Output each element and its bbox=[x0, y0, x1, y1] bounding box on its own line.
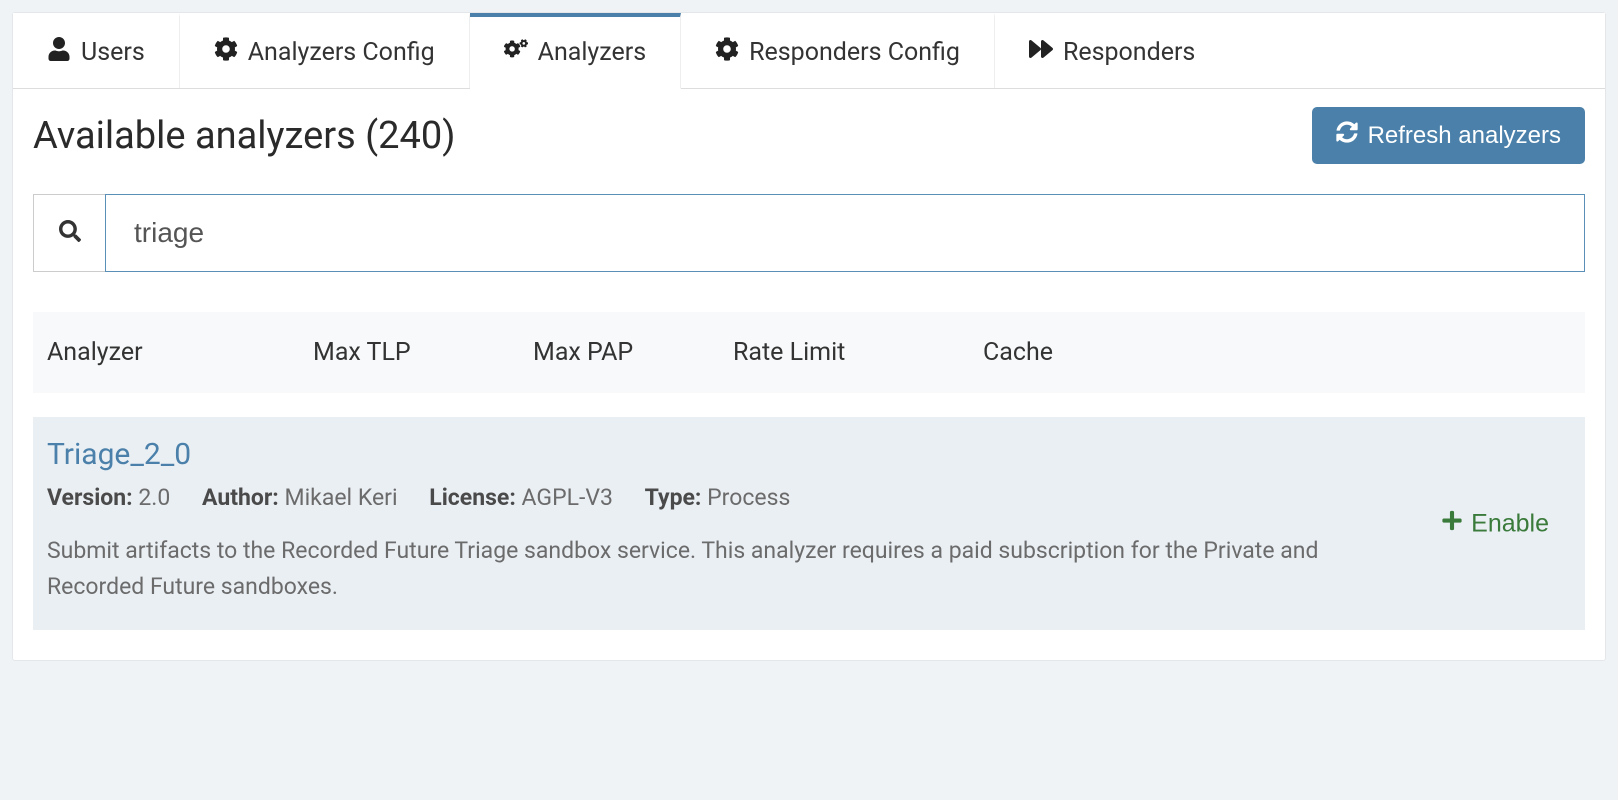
refresh-analyzers-button[interactable]: Refresh analyzers bbox=[1312, 107, 1585, 164]
enable-button[interactable]: Enable bbox=[1441, 509, 1549, 538]
header-row: Available analyzers (240) Refresh analyz… bbox=[33, 107, 1585, 164]
analyzer-name-link[interactable]: Triage_2_0 bbox=[47, 437, 191, 472]
gear-icon bbox=[214, 37, 238, 68]
refresh-icon bbox=[1336, 121, 1358, 150]
search-icon-box bbox=[33, 194, 105, 272]
analyzer-row: Triage_2_0 Version: 2.0 Author: Mikael K… bbox=[33, 417, 1585, 630]
user-icon bbox=[47, 37, 71, 68]
column-max-tlp: Max TLP bbox=[313, 338, 533, 367]
column-rate-limit: Rate Limit bbox=[733, 338, 983, 367]
tab-label: Analyzers Config bbox=[248, 38, 435, 67]
column-analyzer: Analyzer bbox=[33, 338, 313, 367]
tab-label: Analyzers bbox=[538, 38, 646, 67]
license-value: AGPL-V3 bbox=[522, 484, 613, 511]
search-row bbox=[33, 194, 1585, 272]
gears-icon bbox=[504, 37, 528, 68]
tab-users[interactable]: Users bbox=[13, 13, 180, 88]
tab-label: Responders bbox=[1063, 38, 1195, 67]
type-value: Process bbox=[707, 484, 790, 511]
main-panel: Users Analyzers Config Analyzers Respond… bbox=[12, 12, 1606, 661]
page-title: Available analyzers (240) bbox=[33, 114, 455, 158]
refresh-label: Refresh analyzers bbox=[1368, 122, 1561, 150]
version-value: 2.0 bbox=[138, 484, 170, 511]
search-input[interactable] bbox=[105, 194, 1585, 272]
tab-analyzers-config[interactable]: Analyzers Config bbox=[180, 13, 470, 88]
tab-responders[interactable]: Responders bbox=[995, 13, 1229, 88]
column-max-pap: Max PAP bbox=[533, 338, 733, 367]
analyzer-description: Submit artifacts to the Recorded Future … bbox=[47, 533, 1327, 604]
license-label: License: bbox=[429, 484, 516, 511]
type-label: Type: bbox=[645, 484, 702, 511]
content-area: Available analyzers (240) Refresh analyz… bbox=[13, 89, 1605, 660]
tabs-nav: Users Analyzers Config Analyzers Respond… bbox=[13, 13, 1605, 89]
plus-icon bbox=[1441, 509, 1463, 538]
version-label: Version: bbox=[47, 484, 133, 511]
tab-label: Users bbox=[81, 38, 145, 67]
columns-header: Analyzer Max TLP Max PAP Rate Limit Cach… bbox=[33, 312, 1585, 393]
enable-label: Enable bbox=[1471, 509, 1549, 538]
author-label: Author: bbox=[202, 484, 279, 511]
forward-icon bbox=[1029, 37, 1053, 68]
gear-icon bbox=[715, 37, 739, 68]
tab-analyzers[interactable]: Analyzers bbox=[470, 13, 681, 89]
tab-label: Responders Config bbox=[749, 38, 960, 67]
search-icon bbox=[59, 220, 81, 246]
analyzer-meta: Version: 2.0 Author: Mikael Keri License… bbox=[47, 484, 1571, 511]
tab-responders-config[interactable]: Responders Config bbox=[681, 13, 995, 88]
column-cache: Cache bbox=[983, 338, 1585, 367]
author-value: Mikael Keri bbox=[284, 484, 397, 511]
